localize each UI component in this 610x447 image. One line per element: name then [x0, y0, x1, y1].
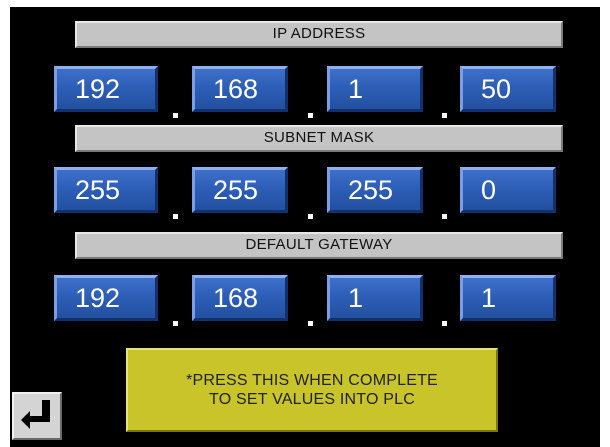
ip-dot-3	[442, 113, 447, 118]
subnet-octet-1[interactable]: 255	[54, 167, 158, 213]
ip-dot-1	[173, 113, 178, 118]
ip-dot-2	[308, 113, 313, 118]
subnet-octet-2[interactable]: 255	[192, 167, 288, 213]
ip-address-label: IP ADDRESS	[75, 21, 563, 48]
ip-octet-2[interactable]: 168	[192, 66, 288, 112]
gateway-octet-1[interactable]: 192	[54, 275, 158, 321]
default-gateway-label: DEFAULT GATEWAY	[75, 232, 563, 259]
enter-button[interactable]	[12, 392, 62, 440]
subnet-octet-3[interactable]: 255	[327, 167, 423, 213]
enter-return-icon	[21, 400, 50, 429]
gateway-dot-2	[308, 321, 313, 326]
gateway-octet-4[interactable]: 1	[460, 275, 556, 321]
plc-network-settings-screen: IP ADDRESS 192 168 1 50 SUBNET MASK 255 …	[10, 7, 600, 447]
gateway-dot-3	[442, 321, 447, 326]
subnet-mask-label: SUBNET MASK	[75, 125, 563, 152]
gateway-octet-3[interactable]: 1	[327, 275, 423, 321]
complete-button-line-2: TO SET VALUES INTO PLC	[209, 391, 415, 408]
set-values-into-plc-button[interactable]: *PRESS THIS WHEN COMPLETE TO SET VALUES …	[126, 348, 498, 432]
ip-octet-3[interactable]: 1	[327, 66, 423, 112]
subnet-dot-3	[442, 214, 447, 219]
ip-octet-4[interactable]: 50	[460, 66, 556, 112]
complete-button-line-1: *PRESS THIS WHEN COMPLETE	[186, 372, 438, 389]
gateway-dot-1	[173, 321, 178, 326]
subnet-octet-4[interactable]: 0	[460, 167, 556, 213]
gateway-octet-2[interactable]: 168	[192, 275, 288, 321]
ip-octet-1[interactable]: 192	[54, 66, 158, 112]
subnet-dot-2	[308, 214, 313, 219]
subnet-dot-1	[173, 214, 178, 219]
